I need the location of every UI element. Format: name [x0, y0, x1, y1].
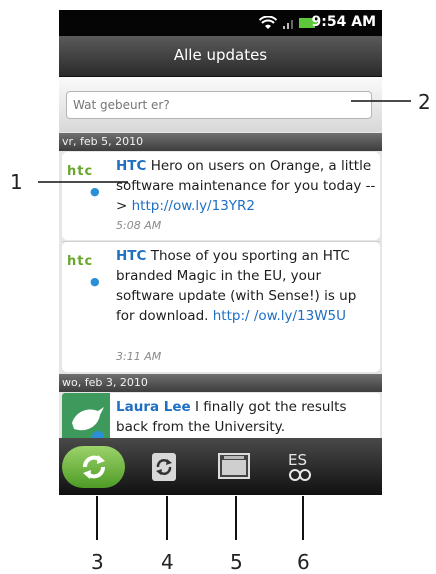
- callout-number: 4: [161, 550, 174, 574]
- callout-number: 3: [91, 550, 104, 574]
- callout-number: 6: [297, 550, 310, 574]
- callout-number: 1: [10, 170, 23, 194]
- callout-lines: [38, 100, 411, 540]
- callout-number: 2: [418, 90, 431, 114]
- callout-number: 5: [230, 550, 243, 574]
